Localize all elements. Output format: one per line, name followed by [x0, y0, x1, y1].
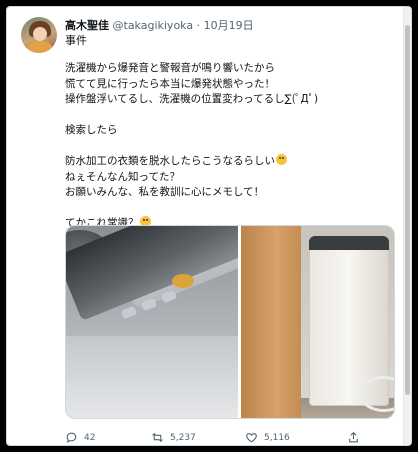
- reply-icon: [66, 432, 77, 443]
- retweet-count: 5,237: [170, 432, 196, 443]
- tweet-line: 検索したら: [65, 124, 118, 136]
- scrollbar-thumb[interactable]: [405, 25, 410, 395]
- tweet-line: 洗濯機から爆発音と警報音が鳴り響いたから: [65, 62, 275, 74]
- author-handle[interactable]: @takagikiyoka: [113, 19, 194, 32]
- heart-icon: [246, 433, 257, 443]
- like-count: 5,116: [264, 432, 290, 443]
- reply-count: 42: [84, 432, 96, 443]
- scrollbar[interactable]: [403, 7, 411, 445]
- tweet-line: 慌てて見に行ったら本当に爆発状態やった！: [65, 77, 275, 90]
- tweet-media: [65, 225, 395, 419]
- washing-machine-shifted-position-photo[interactable]: [241, 226, 394, 418]
- washing-machine-control-panel-lifted-photo[interactable]: [66, 226, 238, 418]
- tweet-line: 操作盤浮いてるし、洗濯機の位置変わってるし∑(ﾟДﾟ): [65, 93, 319, 105]
- share-button[interactable]: [347, 431, 360, 444]
- retweet-icon: [152, 432, 163, 443]
- tweet-category: 事件: [65, 34, 87, 47]
- tweet-card: 高木聖佳 @takagikiyoka · 10月19日 事件 洗濯機から爆発音と…: [6, 6, 412, 446]
- tweet-line: 防水加工の衣類を脱水したらこうなるらしい: [65, 155, 275, 167]
- tweet-text: 洗濯機から爆発音と警報音が鳴り響いたから 慌てて見に行ったら本当に爆発状態やった…: [65, 61, 395, 232]
- grinning-sweat-emoji: [276, 154, 287, 165]
- tweet-line: ねぇそんなん知ってた？: [65, 170, 180, 183]
- reply-button[interactable]: 42: [65, 431, 95, 444]
- tweet-header: 高木聖佳 @takagikiyoka · 10月19日: [65, 19, 254, 33]
- tweet-actions: 42 5,237 5,116: [65, 431, 395, 445]
- like-button[interactable]: 5,116: [245, 431, 290, 444]
- tweet-date[interactable]: 10月19日: [204, 19, 254, 32]
- share-icon: [349, 431, 358, 443]
- tweet-line: お願いみんな、私を教訓に心にメモして！: [65, 186, 265, 198]
- author-name[interactable]: 高木聖佳: [65, 19, 109, 32]
- avatar[interactable]: [21, 17, 57, 53]
- separator-dot: ·: [196, 19, 201, 32]
- retweet-button[interactable]: 5,237: [151, 431, 196, 444]
